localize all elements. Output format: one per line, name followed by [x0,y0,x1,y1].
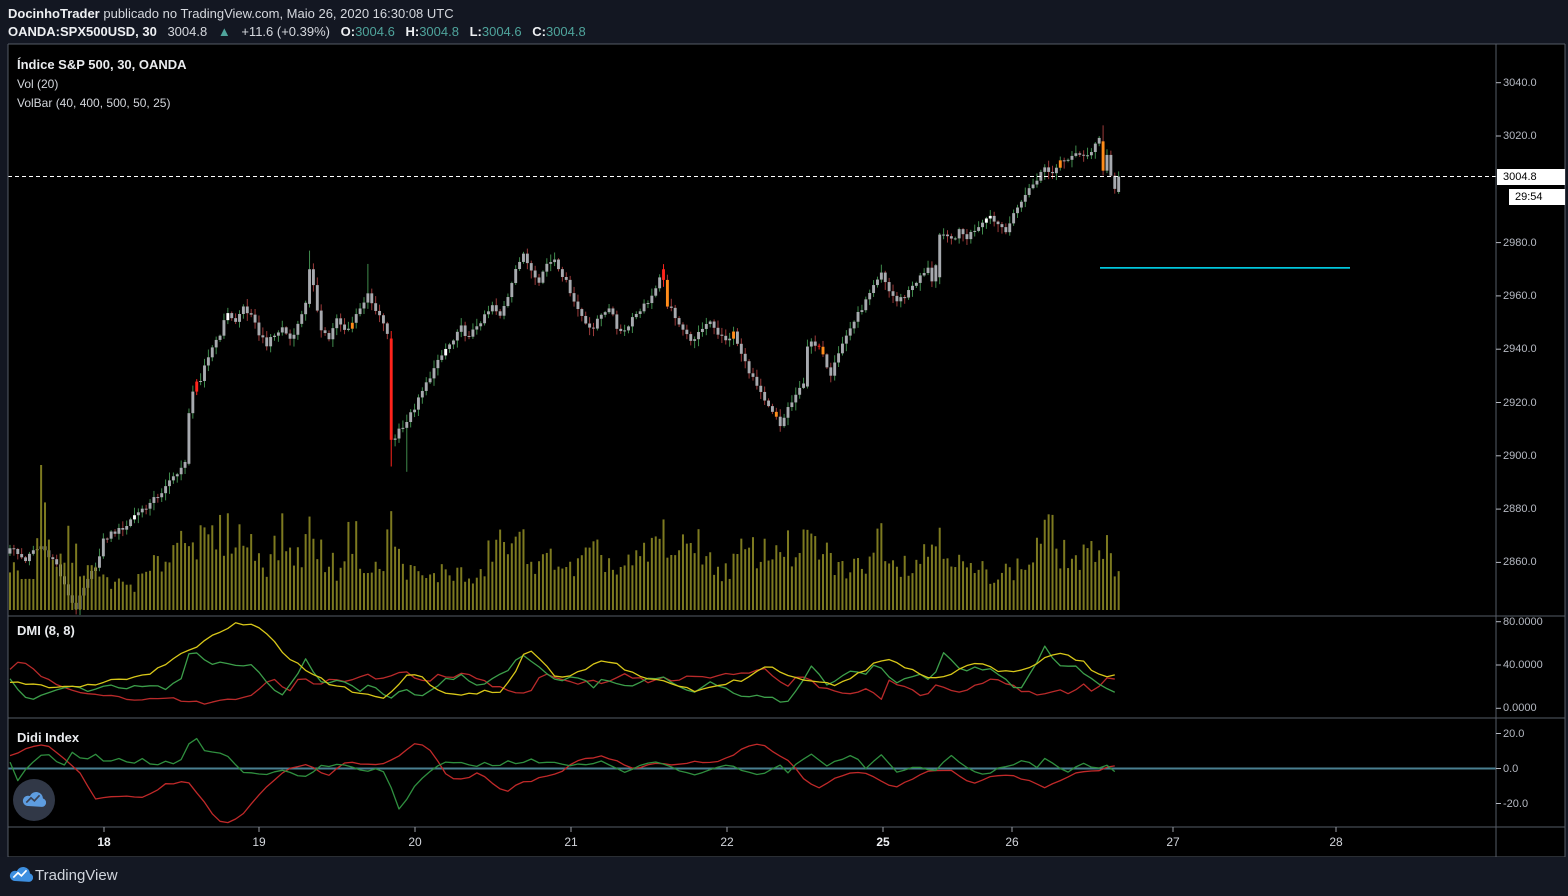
dmi-pane-legend[interactable]: DMI (8, 8) [17,623,75,638]
tradingview-brand-icon[interactable] [9,866,33,884]
symbol-title[interactable]: OANDA:SPX500USD, 30 [8,24,157,39]
dmi-axis-label: 40.0000 [1503,659,1543,671]
dmi-axis-label: 80.0000 [1503,615,1543,628]
dmi-axis-label: 0.0000 [1503,702,1537,715]
up-arrow-icon: ▲ [217,24,231,39]
close-label: C: [532,24,546,39]
price-axis-label: 2900.0 [1503,449,1537,462]
time-axis-label-26: 26 [1005,835,1019,849]
price-axis-label: 2880.0 [1503,503,1537,516]
price-axis-label: 3040.0 [1503,76,1537,89]
tradingview-watermark [13,779,55,821]
price-change: +11.6 (+0.39%) [241,24,330,39]
time-axis-label-19: 19 [252,835,266,849]
didi-axis-label: 20.0 [1503,727,1525,740]
time-axis-label-18: 18 [97,835,111,849]
price-axis-label: 2980.0 [1503,236,1537,249]
bar-countdown-label: 29:54 [1509,189,1565,205]
header-line1: DocinhoTrader publicado no TradingView.c… [8,6,454,21]
publish-info: publicado no TradingView.com, Maio 26, 2… [99,6,454,21]
price-axis-label: 2940.0 [1503,343,1537,356]
price-axis-label: 2960.0 [1503,289,1537,302]
footer-bar: TradingView [0,857,1568,896]
time-axis-label-27: 27 [1166,835,1180,849]
time-axis-label-25: 25 [876,835,890,849]
didi-pane-legend[interactable]: Didi Index [17,730,79,745]
didi-axis-label: 0.0 [1503,762,1519,775]
tradingview-logo-icon [22,791,46,807]
time-axis-label-21: 21 [564,835,578,849]
volbar-indicator-legend[interactable]: VolBar (40, 400, 500, 50, 25) [17,96,170,110]
price-axis-label: 2920.0 [1503,396,1537,409]
open-label: O: [340,24,356,39]
low-label: L: [469,24,482,39]
tradingview-brand-text[interactable]: TradingView [35,867,118,884]
didi-axis-label: -20.0 [1503,797,1529,810]
author-name: DocinhoTrader [8,6,100,21]
header-line2: OANDA:SPX500USD, 30 3004.8 ▲ +11.6 (+0.3… [8,24,586,39]
close-value: 3004.8 [545,24,586,39]
low-value: 3004.6 [481,24,522,39]
current-price-label: 3004.8 [1497,169,1565,185]
time-axis-label-28: 28 [1329,835,1343,849]
high-label: H: [405,24,420,39]
price-axis-label: 3020.0 [1503,130,1537,142]
last-price: 3004.8 [167,24,208,39]
main-pane-legend[interactable]: Índice S&P 500, 30, OANDA [17,57,187,72]
price-axis-label: 2860.0 [1503,556,1537,569]
high-value: 3004.8 [419,24,459,39]
chart-canvas[interactable] [0,0,1568,896]
vol-indicator-legend[interactable]: Vol (20) [17,77,58,91]
time-axis-label-22: 22 [720,835,734,849]
open-value: 3004.6 [355,24,395,39]
time-axis-label-20: 20 [408,835,422,849]
